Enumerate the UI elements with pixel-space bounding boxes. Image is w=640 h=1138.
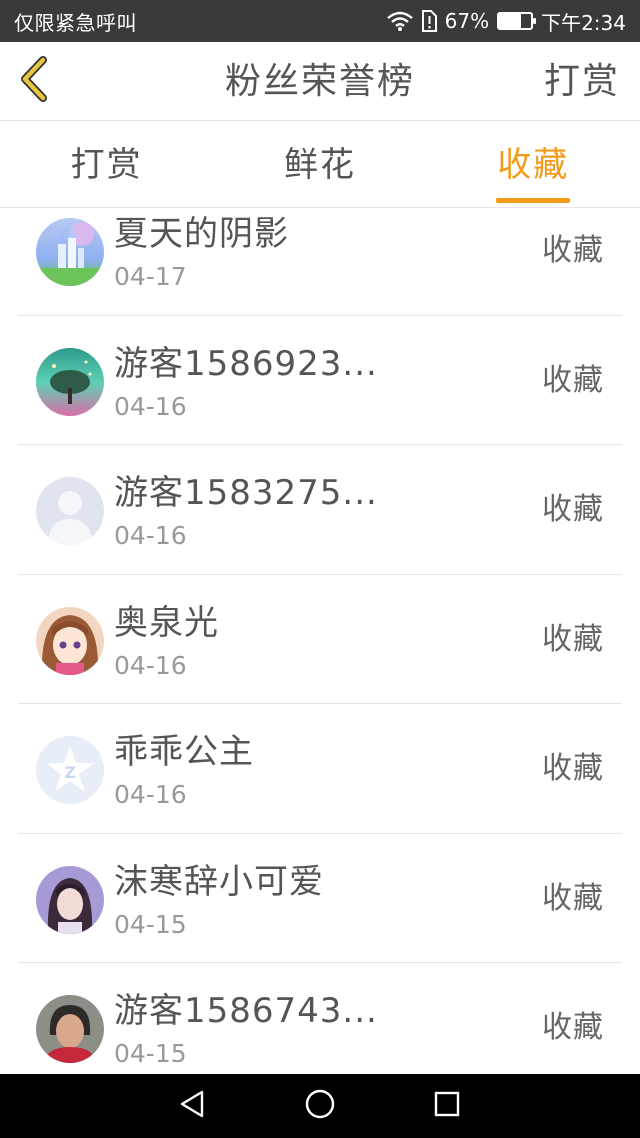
list-item[interactable]: 游客1583275... 04-16 收藏 — [18, 445, 622, 575]
tab-label: 打赏 — [70, 145, 143, 185]
action-label: 收藏 — [542, 233, 604, 268]
triangle-back-icon — [178, 1089, 208, 1123]
date: 04-17 — [114, 262, 187, 291]
nav-home-button[interactable] — [300, 1086, 340, 1126]
action-label: 收藏 — [542, 621, 604, 657]
svg-text:Z: Z — [64, 763, 76, 782]
date: 04-16 — [114, 650, 187, 680]
carrier-text: 仅限紧急呼叫 — [14, 10, 137, 35]
tab-reward[interactable]: 打赏 — [0, 121, 213, 207]
qzone-star-avatar: Z — [36, 736, 104, 804]
date: 04-15 — [114, 909, 187, 939]
action-label: 收藏 — [542, 880, 604, 916]
list-item[interactable]: 游客1586923... 04-16 收藏 — [18, 316, 622, 445]
tab-bar: 打赏 鲜花 收藏 — [0, 121, 640, 208]
tree-avatar — [36, 347, 104, 416]
date: 04-16 — [114, 521, 187, 550]
date: 04-16 — [114, 780, 187, 809]
castle-avatar — [36, 218, 104, 286]
active-tab-indicator — [496, 198, 571, 203]
user-name: 游客1586743... — [114, 991, 378, 1031]
user-name: 游客1586923... — [114, 343, 378, 384]
anime-girl-avatar — [36, 606, 104, 675]
date: 04-16 — [114, 391, 187, 421]
battery-percent: 67% — [444, 9, 490, 33]
list-item[interactable]: Z 乖乖公主 04-16 收藏 — [18, 704, 622, 834]
user-name: 乖乖公主 — [114, 732, 254, 772]
battery-icon — [497, 12, 537, 30]
nav-back-button[interactable] — [173, 1086, 213, 1126]
status-icons: 67% 下午2:34 — [386, 7, 626, 36]
list-item[interactable]: 沫寒辞小可爱 04-15 收藏 — [18, 834, 622, 963]
back-button[interactable] — [14, 56, 54, 106]
circle-home-icon — [304, 1088, 336, 1124]
action-label: 收藏 — [542, 1010, 604, 1045]
battery-level — [499, 14, 521, 28]
chevron-left-icon — [17, 56, 51, 106]
date: 04-15 — [114, 1039, 187, 1068]
sim-alert-icon — [421, 10, 437, 32]
header: 粉丝荣誉榜 打赏 — [0, 42, 640, 121]
girl-photo-avatar — [36, 865, 104, 934]
tab-flowers[interactable]: 鲜花 — [213, 121, 426, 207]
action-label: 收藏 — [542, 751, 604, 786]
action-label: 收藏 — [542, 362, 604, 398]
user-name: 沫寒辞小可爱 — [114, 861, 324, 902]
list-item[interactable]: 夏天的阴影 04-17 收藏 — [18, 208, 622, 316]
fan-list[interactable]: 夏天的阴影 04-17 收藏 游客1586923... 04-16 收藏 游客1… — [0, 208, 640, 1074]
tab-label: 鲜花 — [283, 145, 356, 185]
tab-favorites[interactable]: 收藏 — [427, 121, 640, 207]
elder-photo-avatar — [36, 995, 104, 1063]
status-bar: 仅限紧急呼叫 67% 下午2:34 — [0, 0, 640, 42]
clock: 下午2:34 — [541, 10, 626, 35]
square-recents-icon — [433, 1090, 461, 1122]
wifi-icon — [386, 11, 413, 31]
tab-label: 收藏 — [497, 145, 570, 185]
default-user-avatar — [36, 477, 104, 545]
user-name: 夏天的阴影 — [114, 214, 289, 254]
reward-button[interactable]: 打赏 — [544, 42, 620, 121]
nav-recents-button[interactable] — [427, 1086, 467, 1126]
action-label: 收藏 — [542, 492, 604, 527]
user-name: 奥泉光 — [114, 602, 219, 643]
list-item[interactable]: 奥泉光 04-16 收藏 — [18, 575, 622, 704]
user-name: 游客1583275... — [114, 473, 378, 513]
system-nav-bar — [0, 1074, 640, 1138]
list-item[interactable]: 游客1586743... 04-15 收藏 — [18, 963, 622, 1074]
